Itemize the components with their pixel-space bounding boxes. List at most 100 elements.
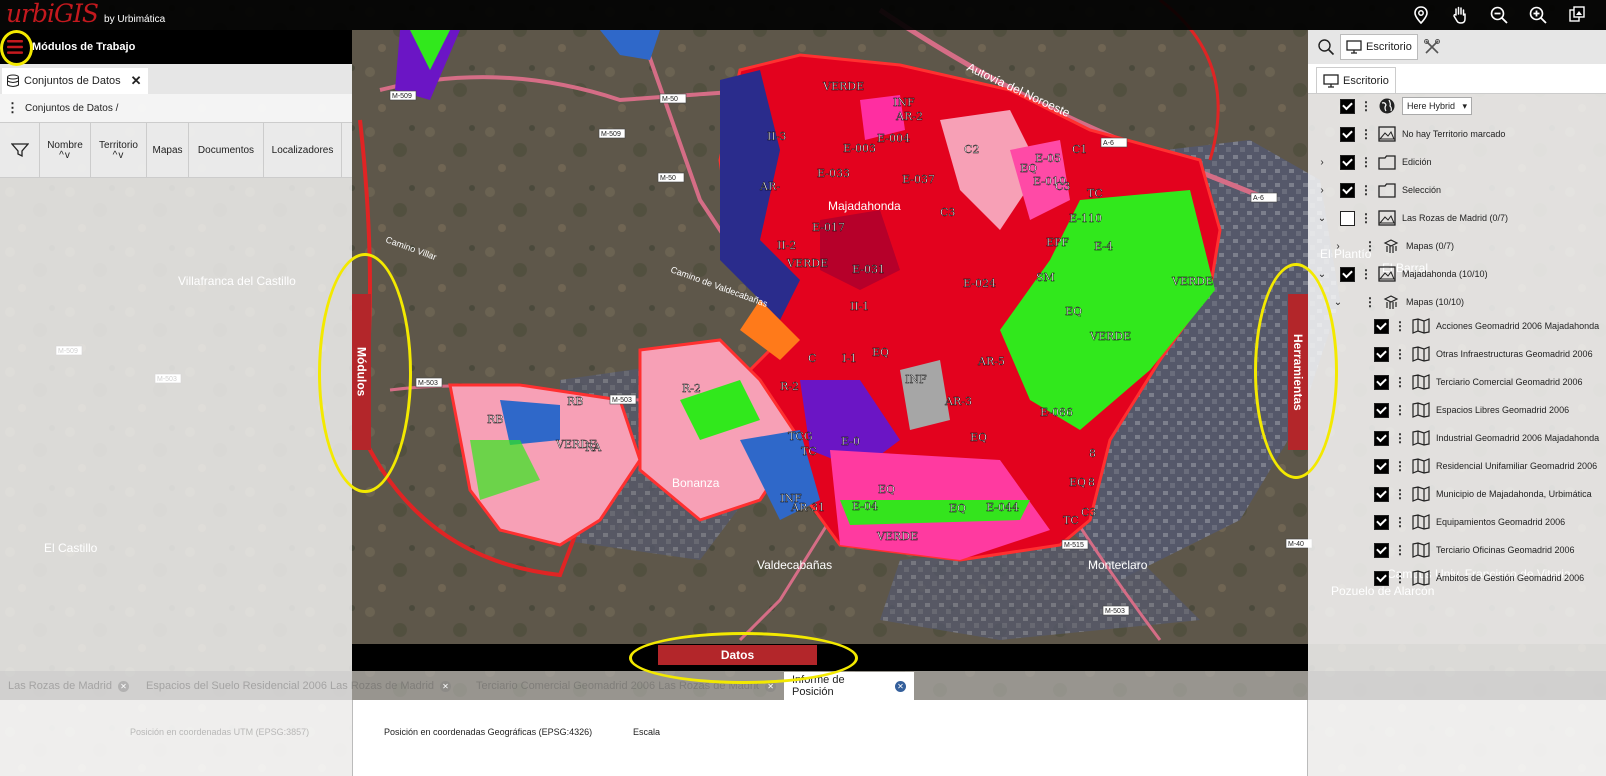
zoom-in-button[interactable]: [1518, 0, 1557, 30]
expand-chevron-icon[interactable]: ›: [1316, 157, 1328, 168]
column-header-documentos[interactable]: Documentos: [189, 123, 264, 177]
tab-las-rozas[interactable]: Las Rozas de Madrid ✕: [0, 672, 138, 700]
layer-row[interactable]: ⋮ Municipio de Majadahonda, Urbimática: [1368, 480, 1592, 508]
layer-row[interactable]: ⋮ Residencial Unifamiliar Geomadrid 2006: [1368, 452, 1597, 480]
layer-options-kebab-icon[interactable]: ⋮: [1393, 319, 1407, 333]
layer-visibility-checkbox[interactable]: [1374, 514, 1389, 530]
layer-visibility-checkbox[interactable]: [1340, 266, 1355, 282]
layer-visibility-checkbox[interactable]: [1340, 210, 1355, 226]
tools-button[interactable]: [1418, 34, 1446, 60]
expand-chevron-icon[interactable]: ›: [1332, 241, 1344, 252]
scale-label: Escala: [633, 727, 661, 737]
layer-visibility-checkbox[interactable]: [1340, 126, 1355, 142]
layer-row[interactable]: ⋮ Here Hybrid ▾: [1316, 92, 1472, 120]
column-header-nombre[interactable]: Nombre ^v: [40, 123, 91, 177]
column-header-mapas[interactable]: Mapas: [147, 123, 189, 177]
basemap-select[interactable]: Here Hybrid ▾: [1402, 97, 1472, 115]
layer-row[interactable]: › ⋮ Mapas (0/7): [1332, 232, 1454, 260]
road-label: M-515: [1064, 542, 1084, 549]
close-tab-icon[interactable]: ✕: [131, 73, 142, 89]
breadcrumb-text[interactable]: Conjuntos de Datos /: [25, 103, 118, 114]
zone-label: E-05: [1035, 152, 1061, 165]
tab-terciario-comercial[interactable]: Terciario Comercial Geomadrid 2006 Las R…: [468, 672, 784, 700]
layer-visibility-checkbox[interactable]: [1374, 346, 1389, 362]
layer-row[interactable]: ⋮ Terciario Comercial Geomadrid 2006: [1368, 368, 1583, 396]
layer-options-kebab-icon[interactable]: ⋮: [1393, 347, 1407, 361]
search-button[interactable]: [1312, 34, 1340, 60]
layer-options-kebab-icon[interactable]: ⋮: [1359, 211, 1373, 225]
layer-options-kebab-icon[interactable]: ⋮: [1393, 431, 1407, 445]
layer-options-kebab-icon[interactable]: ⋮: [1363, 239, 1377, 253]
column-header-territorio[interactable]: Territorio ^v: [91, 123, 147, 177]
layer-visibility-checkbox[interactable]: [1374, 374, 1389, 390]
datos-toggle-button[interactable]: Datos: [658, 645, 817, 665]
zone-label: EQ: [970, 431, 987, 444]
sort-arrows-icon[interactable]: ^v: [59, 151, 71, 161]
layer-options-kebab-icon[interactable]: ⋮: [1359, 99, 1373, 113]
expand-chevron-icon[interactable]: ›: [1316, 185, 1328, 196]
road-shield: M-503: [1102, 605, 1130, 616]
layer-row[interactable]: › ⋮ Selección: [1316, 176, 1441, 204]
monitor-icon: [1323, 73, 1339, 88]
layer-options-kebab-icon[interactable]: ⋮: [1359, 127, 1373, 141]
layer-options-kebab-icon[interactable]: ⋮: [1393, 571, 1407, 585]
layer-row[interactable]: › ⋮ Edición: [1316, 148, 1432, 176]
kebab-menu-icon[interactable]: ⋮: [6, 100, 19, 116]
layer-visibility-checkbox[interactable]: [1374, 570, 1389, 586]
column-header-localizadores[interactable]: Localizadores: [264, 123, 342, 177]
filter-button[interactable]: [0, 123, 40, 177]
layer-row[interactable]: ⋮ Ámbitos de Gestión Geomadrid 2006: [1368, 564, 1584, 592]
sort-arrows-icon[interactable]: ^v: [113, 151, 125, 161]
close-tab-icon[interactable]: ✕: [440, 680, 452, 692]
close-tab-icon[interactable]: ✕: [895, 680, 906, 692]
expand-chevron-icon[interactable]: ⌄: [1316, 269, 1328, 280]
layer-visibility-checkbox[interactable]: [1340, 154, 1355, 170]
modulos-side-tab[interactable]: Módulos: [352, 294, 371, 450]
layers-gallery-button[interactable]: [1557, 0, 1596, 30]
layer-row[interactable]: ⌄ ⋮ Las Rozas de Madrid (0/7): [1316, 204, 1508, 232]
layer-visibility-checkbox[interactable]: [1374, 486, 1389, 502]
layer-visibility-checkbox[interactable]: [1374, 318, 1389, 334]
tab-conjuntos-de-datos[interactable]: Conjuntos de Datos ✕: [2, 68, 148, 94]
escritorio-button[interactable]: Escritorio: [1340, 34, 1418, 60]
layer-visibility-checkbox[interactable]: [1374, 458, 1389, 474]
close-tab-icon[interactable]: ✕: [117, 680, 129, 692]
layer-row[interactable]: ⋮ Equipamientos Geomadrid 2006: [1368, 508, 1565, 536]
layer-visibility-checkbox[interactable]: [1374, 542, 1389, 558]
layer-visibility-checkbox[interactable]: [1374, 402, 1389, 418]
herramientas-side-tab[interactable]: Herramientas: [1288, 294, 1308, 450]
layer-options-kebab-icon[interactable]: ⋮: [1393, 515, 1407, 529]
layer-options-kebab-icon[interactable]: ⋮: [1359, 267, 1373, 281]
layer-row[interactable]: ⋮ Acciones Geomadrid 2006 Majadahonda: [1368, 312, 1599, 340]
layer-row[interactable]: ⋮ Otras Infraestructuras Geomadrid 2006: [1368, 340, 1593, 368]
zone-label: E-044: [986, 501, 1019, 514]
tab-espacios-suelo[interactable]: Espacios del Suelo Residencial 2006 Las …: [138, 672, 468, 700]
location-pin-button[interactable]: [1401, 0, 1440, 30]
zone-label: EQ: [1065, 305, 1082, 318]
pan-button[interactable]: [1440, 0, 1479, 30]
layer-row[interactable]: ⋮ Espacios Libres Geomadrid 2006: [1368, 396, 1569, 424]
hamburger-menu-button[interactable]: [0, 30, 30, 64]
layer-options-kebab-icon[interactable]: ⋮: [1393, 403, 1407, 417]
layer-row[interactable]: ⋮ Industrial Geomadrid 2006 Majadahonda: [1368, 424, 1599, 452]
layer-visibility-checkbox[interactable]: [1374, 430, 1389, 446]
layer-row[interactable]: ⋮ Terciario Oficinas Geomadrid 2006: [1368, 536, 1575, 564]
expand-chevron-icon[interactable]: ⌄: [1332, 297, 1344, 308]
close-tab-icon[interactable]: ✕: [765, 680, 776, 692]
layer-options-kebab-icon[interactable]: ⋮: [1363, 295, 1377, 309]
layer-options-kebab-icon[interactable]: ⋮: [1393, 487, 1407, 501]
layer-visibility-checkbox[interactable]: [1340, 182, 1355, 198]
layer-options-kebab-icon[interactable]: ⋮: [1393, 375, 1407, 389]
tab-informe-de-posicion[interactable]: Informe de Posición ✕: [784, 672, 914, 700]
tab-escritorio[interactable]: Escritorio: [1316, 67, 1396, 93]
layer-options-kebab-icon[interactable]: ⋮: [1359, 155, 1373, 169]
layer-options-kebab-icon[interactable]: ⋮: [1393, 459, 1407, 473]
globe-icon: [1377, 96, 1397, 116]
layer-options-kebab-icon[interactable]: ⋮: [1359, 183, 1373, 197]
zoom-out-button[interactable]: [1479, 0, 1518, 30]
layer-row[interactable]: ⌄ ⋮ Majadahonda (10/10): [1316, 260, 1488, 288]
layer-options-kebab-icon[interactable]: ⋮: [1393, 543, 1407, 557]
layer-visibility-checkbox[interactable]: [1340, 98, 1355, 114]
expand-chevron-icon[interactable]: ⌄: [1316, 213, 1328, 224]
layer-row[interactable]: ⋮ No hay Territorio marcado: [1316, 120, 1505, 148]
